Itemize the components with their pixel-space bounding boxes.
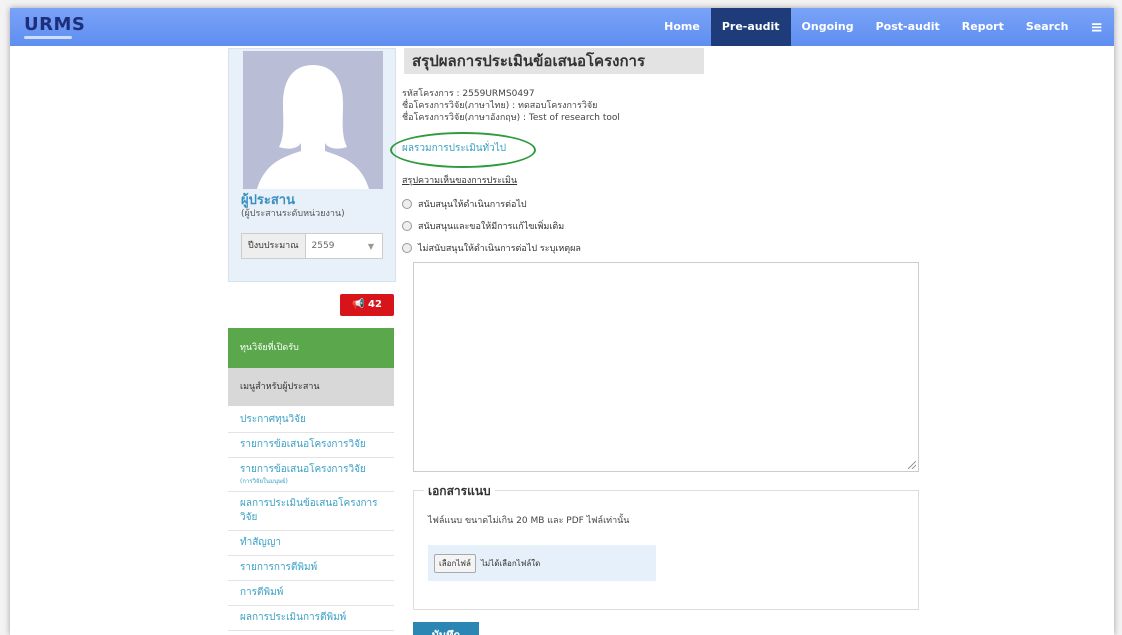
- sidebar-link-publication-list[interactable]: รายการการตีพิมพ์: [228, 556, 394, 581]
- nav-search[interactable]: Search: [1015, 8, 1080, 46]
- budget-year-select[interactable]: ปีงบประมาณ 2559 ▼: [241, 233, 383, 259]
- radio-button[interactable]: [402, 199, 412, 209]
- notification-badge[interactable]: 📢 42: [340, 294, 394, 316]
- attachment-fieldset: เอกสารแนบ ไฟล์แนบ ขนาดไม่เกิน 20 MB และ …: [413, 482, 919, 610]
- menu-coordinator-header: เมนูสำหรับผู้ประสาน: [228, 368, 394, 406]
- nav-post-audit[interactable]: Post-audit: [865, 8, 951, 46]
- option-label: ไม่สนับสนุนให้ดำเนินการต่อไป ระบุเหตุผล: [418, 244, 581, 254]
- role-subtitle: (ผู้ประสานระดับหน่วยงาน): [241, 209, 345, 219]
- choose-file-button[interactable]: เลือกไฟล์: [434, 553, 476, 573]
- sidebar-link-sublabel: (การวิจัยในมนุษย์): [240, 478, 288, 485]
- nav-pre-audit[interactable]: Pre-audit: [710, 8, 791, 46]
- project-name-en: ชื่อโครงการวิจัย(ภาษาอังกฤษ) : Test of r…: [402, 113, 620, 123]
- project-code: รหัสโครงการ : 2559URMS0497: [402, 89, 535, 99]
- attachment-legend: เอกสารแนบ: [424, 482, 495, 501]
- notification-count: 42: [368, 299, 382, 310]
- sidebar-link-publication-evaluation[interactable]: ผลการประเมินการตีพิมพ์: [228, 606, 394, 631]
- summary-heading: สรุปความเห็นของการประเมิน: [402, 176, 518, 186]
- top-navbar: URMS Home Pre-audit Ongoing Post-audit R…: [10, 8, 1114, 46]
- option-support[interactable]: สนับสนุนให้ดำเนินการต่อไป: [402, 197, 527, 211]
- chevron-down-icon: ▼: [367, 241, 374, 251]
- page-title: สรุปผลการประเมินข้อเสนอโครงการ: [404, 48, 704, 74]
- sidebar-links: ประกาศทุนวิจัย รายการข้อเสนอโครงการวิจัย…: [228, 408, 394, 631]
- app-logo[interactable]: URMS: [24, 14, 85, 35]
- radio-button[interactable]: [402, 243, 412, 253]
- nav-report[interactable]: Report: [951, 8, 1015, 46]
- resize-handle-icon[interactable]: [908, 461, 916, 469]
- nav-ongoing[interactable]: Ongoing: [791, 8, 865, 46]
- reason-textarea[interactable]: [413, 262, 919, 472]
- option-not-support[interactable]: ไม่สนับสนุนให้ดำเนินการต่อไป ระบุเหตุผล: [402, 241, 581, 255]
- project-info: รหัสโครงการ : 2559URMS0497 ชื่อโครงการวิ…: [402, 88, 620, 124]
- logo-underline: [24, 36, 72, 39]
- profile-panel: ผู้ประสาน (ผู้ประสานระดับหน่วยงาน) ปีงบป…: [228, 48, 396, 282]
- menu-open-grants[interactable]: ทุนวิจัยที่เปิดรับ: [228, 328, 394, 368]
- nav-menu: Home Pre-audit Ongoing Post-audit Report…: [653, 8, 1114, 46]
- sidebar-link-publication[interactable]: การตีพิมพ์: [228, 581, 394, 606]
- megaphone-icon: 📢: [352, 299, 365, 310]
- overall-evaluation-link[interactable]: ผลรวมการประเมินทั่วไป: [402, 141, 506, 156]
- save-button[interactable]: บันทึก: [413, 622, 479, 635]
- sidebar-link-label: รายการข้อเสนอโครงการวิจัย: [240, 464, 366, 475]
- project-name-th: ชื่อโครงการวิจัย(ภาษาไทย) : ทดสอบโครงการ…: [402, 101, 598, 111]
- female-silhouette-icon: [243, 51, 383, 189]
- option-support-with-revision[interactable]: สนับสนุนและขอให้มีการแก้ไขเพิ่มเติม: [402, 219, 564, 233]
- file-input-area: เลือกไฟล์ ไม่ได้เลือกไฟล์ใด: [428, 545, 656, 581]
- radio-button[interactable]: [402, 221, 412, 231]
- budget-year-value: 2559: [311, 241, 335, 251]
- sidebar-link-grant-announcement[interactable]: ประกาศทุนวิจัย: [228, 408, 394, 433]
- sidebar-link-contract[interactable]: ทำสัญญา: [228, 531, 394, 556]
- nav-home[interactable]: Home: [653, 8, 711, 46]
- avatar: [243, 51, 383, 189]
- attachment-note: ไฟล์แนบ ขนาดไม่เกิน 20 MB และ PDF ไฟล์เท…: [428, 516, 630, 526]
- budget-year-label: ปีงบประมาณ: [242, 234, 306, 258]
- browser-frame: URMS Home Pre-audit Ongoing Post-audit R…: [10, 8, 1114, 635]
- sidebar-link-proposal-evaluation[interactable]: ผลการประเมินข้อเสนอโครงการวิจัย: [228, 492, 394, 531]
- option-label: สนับสนุนให้ดำเนินการต่อไป: [418, 200, 527, 210]
- file-status: ไม่ได้เลือกไฟล์ใด: [480, 558, 541, 568]
- option-label: สนับสนุนและขอให้มีการแก้ไขเพิ่มเติม: [418, 222, 565, 232]
- sidebar-link-proposal-list-human[interactable]: รายการข้อเสนอโครงการวิจัย (การวิจัยในมนุ…: [228, 458, 394, 492]
- hamburger-menu-icon[interactable]: ≡: [1079, 8, 1114, 46]
- sidebar-link-proposal-list[interactable]: รายการข้อเสนอโครงการวิจัย: [228, 433, 394, 458]
